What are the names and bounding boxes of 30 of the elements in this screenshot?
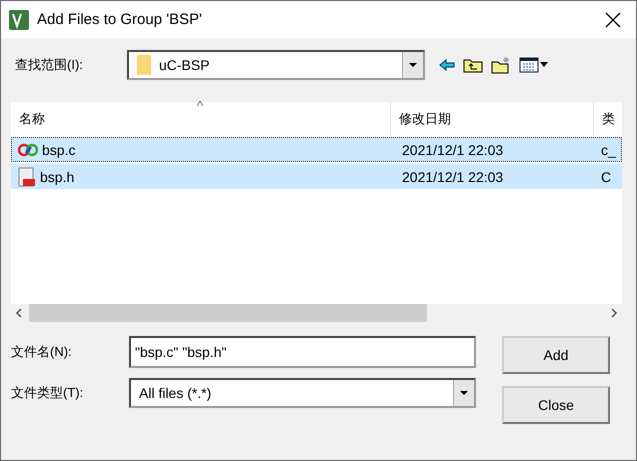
file-name-label: 文件名(N):	[11, 343, 73, 361]
file-name: bsp.h	[40, 168, 74, 184]
look-in-dropdown[interactable]: uC-BSP	[127, 50, 425, 80]
file-type-label: 文件类型(T):	[11, 384, 84, 402]
window-title: Add Files to Group 'BSP'	[37, 11, 203, 28]
caret-icon	[460, 391, 468, 395]
file-type: C	[600, 168, 612, 184]
new-folder-icon[interactable]	[491, 56, 511, 74]
file-name-field[interactable]: "bsp.c" "bsp.h"	[129, 336, 476, 368]
app-icon	[9, 10, 29, 30]
dialog-button[interactable]: Add	[502, 336, 610, 374]
file-type-dropdown[interactable]: All files (*.*)	[129, 378, 476, 408]
folder-icon	[137, 55, 151, 75]
file-row[interactable]: bsp.h 2021/12/1 22:03 C	[11, 164, 622, 189]
rings-icon	[18, 142, 38, 158]
look-in-label: 查找范围(I):	[15, 56, 84, 74]
back-arrow-icon[interactable]	[439, 59, 455, 71]
file-name: bsp.c	[42, 142, 76, 158]
modified-date: 2021/12/1 22:03	[401, 168, 504, 184]
column-header[interactable]: 类	[594, 102, 623, 136]
file-row[interactable]: bsp.c 2021/12/1 22:03 c_	[11, 137, 622, 162]
file-icon	[18, 166, 36, 186]
file-type: c_	[600, 142, 617, 158]
caret-icon	[409, 63, 417, 67]
scroll-thumb[interactable]	[29, 304, 427, 322]
folder-up-icon[interactable]	[463, 57, 483, 73]
view-menu-icon[interactable]	[519, 57, 549, 73]
dialog-button[interactable]: Close	[502, 386, 610, 424]
modified-date: 2021/12/1 22:03	[401, 142, 504, 158]
column-header[interactable]: 修改日期	[391, 102, 594, 136]
